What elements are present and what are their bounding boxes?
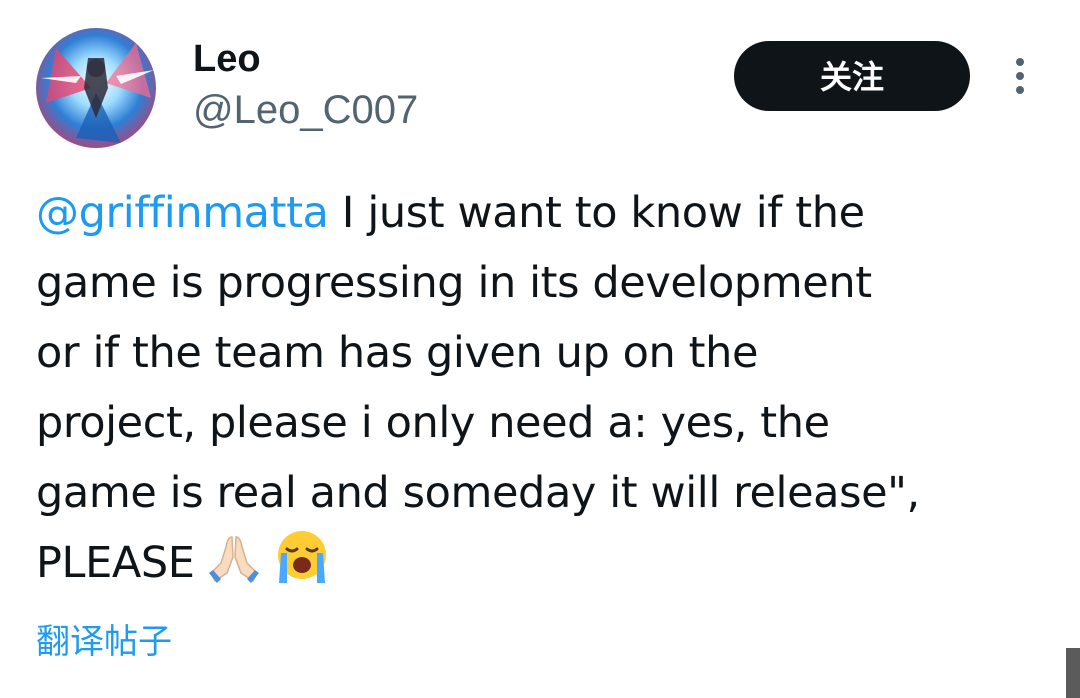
folded-hands-emoji-icon xyxy=(205,533,263,585)
user-handle[interactable]: @Leo_C007 xyxy=(193,86,418,134)
avatar[interactable] xyxy=(36,28,156,148)
display-name[interactable]: Leo xyxy=(193,36,261,82)
tweet-line-5: game is real and someday it will release… xyxy=(36,468,920,518)
tweet-line-6-text: PLEASE xyxy=(36,538,195,588)
tweet-line-3: or if the team has given up on the xyxy=(36,328,759,378)
follow-button[interactable]: 关注 xyxy=(734,41,970,111)
translate-post-link[interactable]: 翻译帖子 xyxy=(36,618,172,666)
tweet-line-4: project, please i only need a: yes, the xyxy=(36,398,830,448)
loudly-crying-face-emoji-icon xyxy=(273,529,331,585)
tweet-line-6: PLEASE xyxy=(36,528,1056,598)
tweet-body: @griffinmatta I just want to know if the… xyxy=(36,178,1056,598)
tweet-line-1-text: I just want to know if the xyxy=(328,188,865,238)
scrollbar-thumb[interactable] xyxy=(1066,648,1080,698)
mention-link[interactable]: @griffinmatta xyxy=(36,188,329,238)
tweet-line-1: @griffinmatta I just want to know if the xyxy=(36,178,1056,248)
tweet-line-2: game is progressing in its development xyxy=(36,258,872,308)
more-vertical-icon[interactable] xyxy=(1006,56,1034,96)
